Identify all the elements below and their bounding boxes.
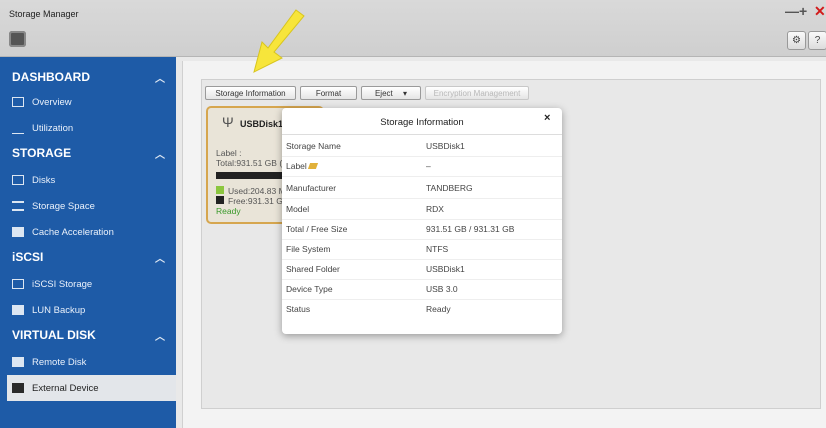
chevron-up-icon: ︿ (155, 254, 165, 265)
sidebar-item-lun-backup[interactable]: LUN Backup (0, 297, 176, 323)
sidebar-item-overview[interactable]: Overview (0, 89, 176, 115)
info-key: Total / Free Size (286, 224, 348, 234)
info-value: NTFS (426, 244, 449, 254)
backup-icon (12, 305, 24, 315)
sidebar-item-label: Overview (32, 97, 72, 108)
sidebar-section-dashboard[interactable]: DASHBOARD ︿ (0, 63, 176, 91)
minimize-button[interactable]: — (785, 4, 799, 18)
sidebar-item-remote-disk[interactable]: Remote Disk (0, 349, 176, 375)
info-key: Device Type (286, 284, 333, 294)
cache-icon (12, 227, 24, 237)
info-key: File System (286, 244, 331, 254)
sidebar-item-disks[interactable]: Disks (0, 167, 176, 193)
sidebar-item-cache-acceleration[interactable]: Cache Acceleration (0, 219, 176, 245)
encryption-management-button[interactable]: Encryption Management (425, 86, 529, 100)
close-window-button[interactable]: ✕ (814, 4, 826, 18)
eject-label: Eject (374, 89, 393, 98)
sidebar-item-label: Cache Acceleration (32, 227, 114, 238)
info-value: – (426, 161, 431, 171)
chevron-up-icon: ︿ (155, 150, 165, 161)
help-button[interactable]: ? (808, 31, 826, 50)
info-row-model: Model RDX (282, 199, 562, 220)
chevron-down-icon: ▾ (403, 89, 408, 98)
info-value: RDX (426, 204, 444, 214)
info-row-device-type: Device Type USB 3.0 (282, 279, 562, 300)
info-value: USB 3.0 (426, 284, 458, 294)
sidebar: DASHBOARD ︿ Overview Utilization STORAGE… (0, 57, 176, 428)
app-menu-icon[interactable] (9, 31, 26, 47)
info-row-status: Status Ready (282, 299, 562, 319)
dialog-title: Storage Information (380, 117, 464, 128)
disk-name: USBDisk1 (240, 119, 284, 129)
sidebar-item-label: Remote Disk (32, 357, 87, 368)
section-label: VIRTUAL DISK (12, 328, 96, 342)
disk-used: Used:204.83 M (228, 186, 286, 196)
stack-icon (12, 201, 24, 211)
sidebar-item-label: External Device (32, 383, 99, 394)
pencil-icon[interactable] (307, 163, 318, 169)
disk-label: Label : (216, 148, 242, 158)
app-title: Storage Manager (9, 9, 79, 19)
section-label: STORAGE (12, 146, 72, 160)
info-row-file-system: File System NTFS (282, 239, 562, 260)
pointer-arrow-annotation (253, 9, 305, 73)
sidebar-item-storage-space[interactable]: Storage Space (0, 193, 176, 219)
disk-total: Total:931.51 GB (N (216, 158, 289, 168)
sidebar-item-label: Utilization (32, 123, 74, 134)
info-row-storage-name: Storage Name USBDisk1 (282, 136, 562, 157)
free-swatch (216, 196, 224, 204)
format-button[interactable]: Format (300, 86, 357, 100)
iscsi-icon (12, 279, 24, 289)
info-key: Shared Folder (286, 264, 340, 274)
sidebar-item-label: iSCSI Storage (32, 279, 93, 290)
usb-icon: Ψ (222, 114, 234, 130)
info-row-manufacturer: Manufacturer TANDBERG (282, 178, 562, 199)
remote-disk-icon (12, 357, 24, 367)
info-value: 931.51 GB / 931.31 GB (426, 224, 515, 234)
info-value: USBDisk1 (426, 264, 465, 274)
sidebar-item-label: Disks (32, 175, 56, 186)
chevron-up-icon: ︿ (155, 74, 165, 85)
gear-icon: ⚙ (792, 35, 801, 46)
chart-icon (12, 123, 24, 134)
settings-button[interactable]: ⚙ (787, 31, 806, 50)
section-label: iSCSI (12, 250, 44, 264)
info-row-label: Label – (282, 156, 562, 177)
sidebar-item-iscsi-storage[interactable]: iSCSI Storage (0, 271, 176, 297)
storage-information-button[interactable]: Storage Information (205, 86, 296, 100)
eject-button[interactable]: Eject ▾ (361, 86, 421, 100)
disk-status: Ready (216, 206, 241, 216)
info-row-total-free-size: Total / Free Size 931.51 GB / 931.31 GB (282, 219, 562, 240)
disk-icon (12, 175, 24, 185)
sidebar-item-label: LUN Backup (32, 305, 86, 316)
storage-information-dialog: Storage Information × Storage Name USBDi… (282, 108, 562, 334)
info-value: Ready (426, 304, 451, 314)
sidebar-item-utilization[interactable]: Utilization (0, 115, 176, 141)
sidebar-item-label: Storage Space (32, 201, 95, 212)
monitor-icon (12, 97, 24, 107)
sidebar-item-external-device[interactable]: External Device (7, 375, 176, 401)
info-key: Storage Name (286, 141, 341, 151)
external-device-icon (12, 383, 24, 393)
used-swatch (216, 186, 224, 194)
dialog-header: Storage Information × (282, 108, 562, 135)
info-key-wrap: Label (286, 161, 318, 171)
info-key: Status (286, 304, 311, 314)
info-key: Model (286, 204, 310, 214)
info-key: Manufacturer (286, 183, 337, 193)
sidebar-section-storage[interactable]: STORAGE ︿ (0, 139, 176, 167)
sidebar-section-virtual-disk[interactable]: VIRTUAL DISK ︿ (0, 321, 176, 349)
info-row-shared-folder: Shared Folder USBDisk1 (282, 259, 562, 280)
sidebar-section-iscsi[interactable]: iSCSI ︿ (0, 243, 176, 271)
title-bar: Storage Manager — + ✕ ⚙ ? (0, 0, 826, 57)
disk-free: Free:931.31 G (228, 196, 283, 206)
section-label: DASHBOARD (12, 70, 90, 84)
maximize-button[interactable]: + (799, 4, 807, 18)
close-icon[interactable]: × (544, 112, 550, 124)
info-value: TANDBERG (426, 183, 473, 193)
info-key: Label (286, 161, 307, 171)
info-value: USBDisk1 (426, 141, 465, 151)
chevron-up-icon: ︿ (155, 332, 165, 343)
